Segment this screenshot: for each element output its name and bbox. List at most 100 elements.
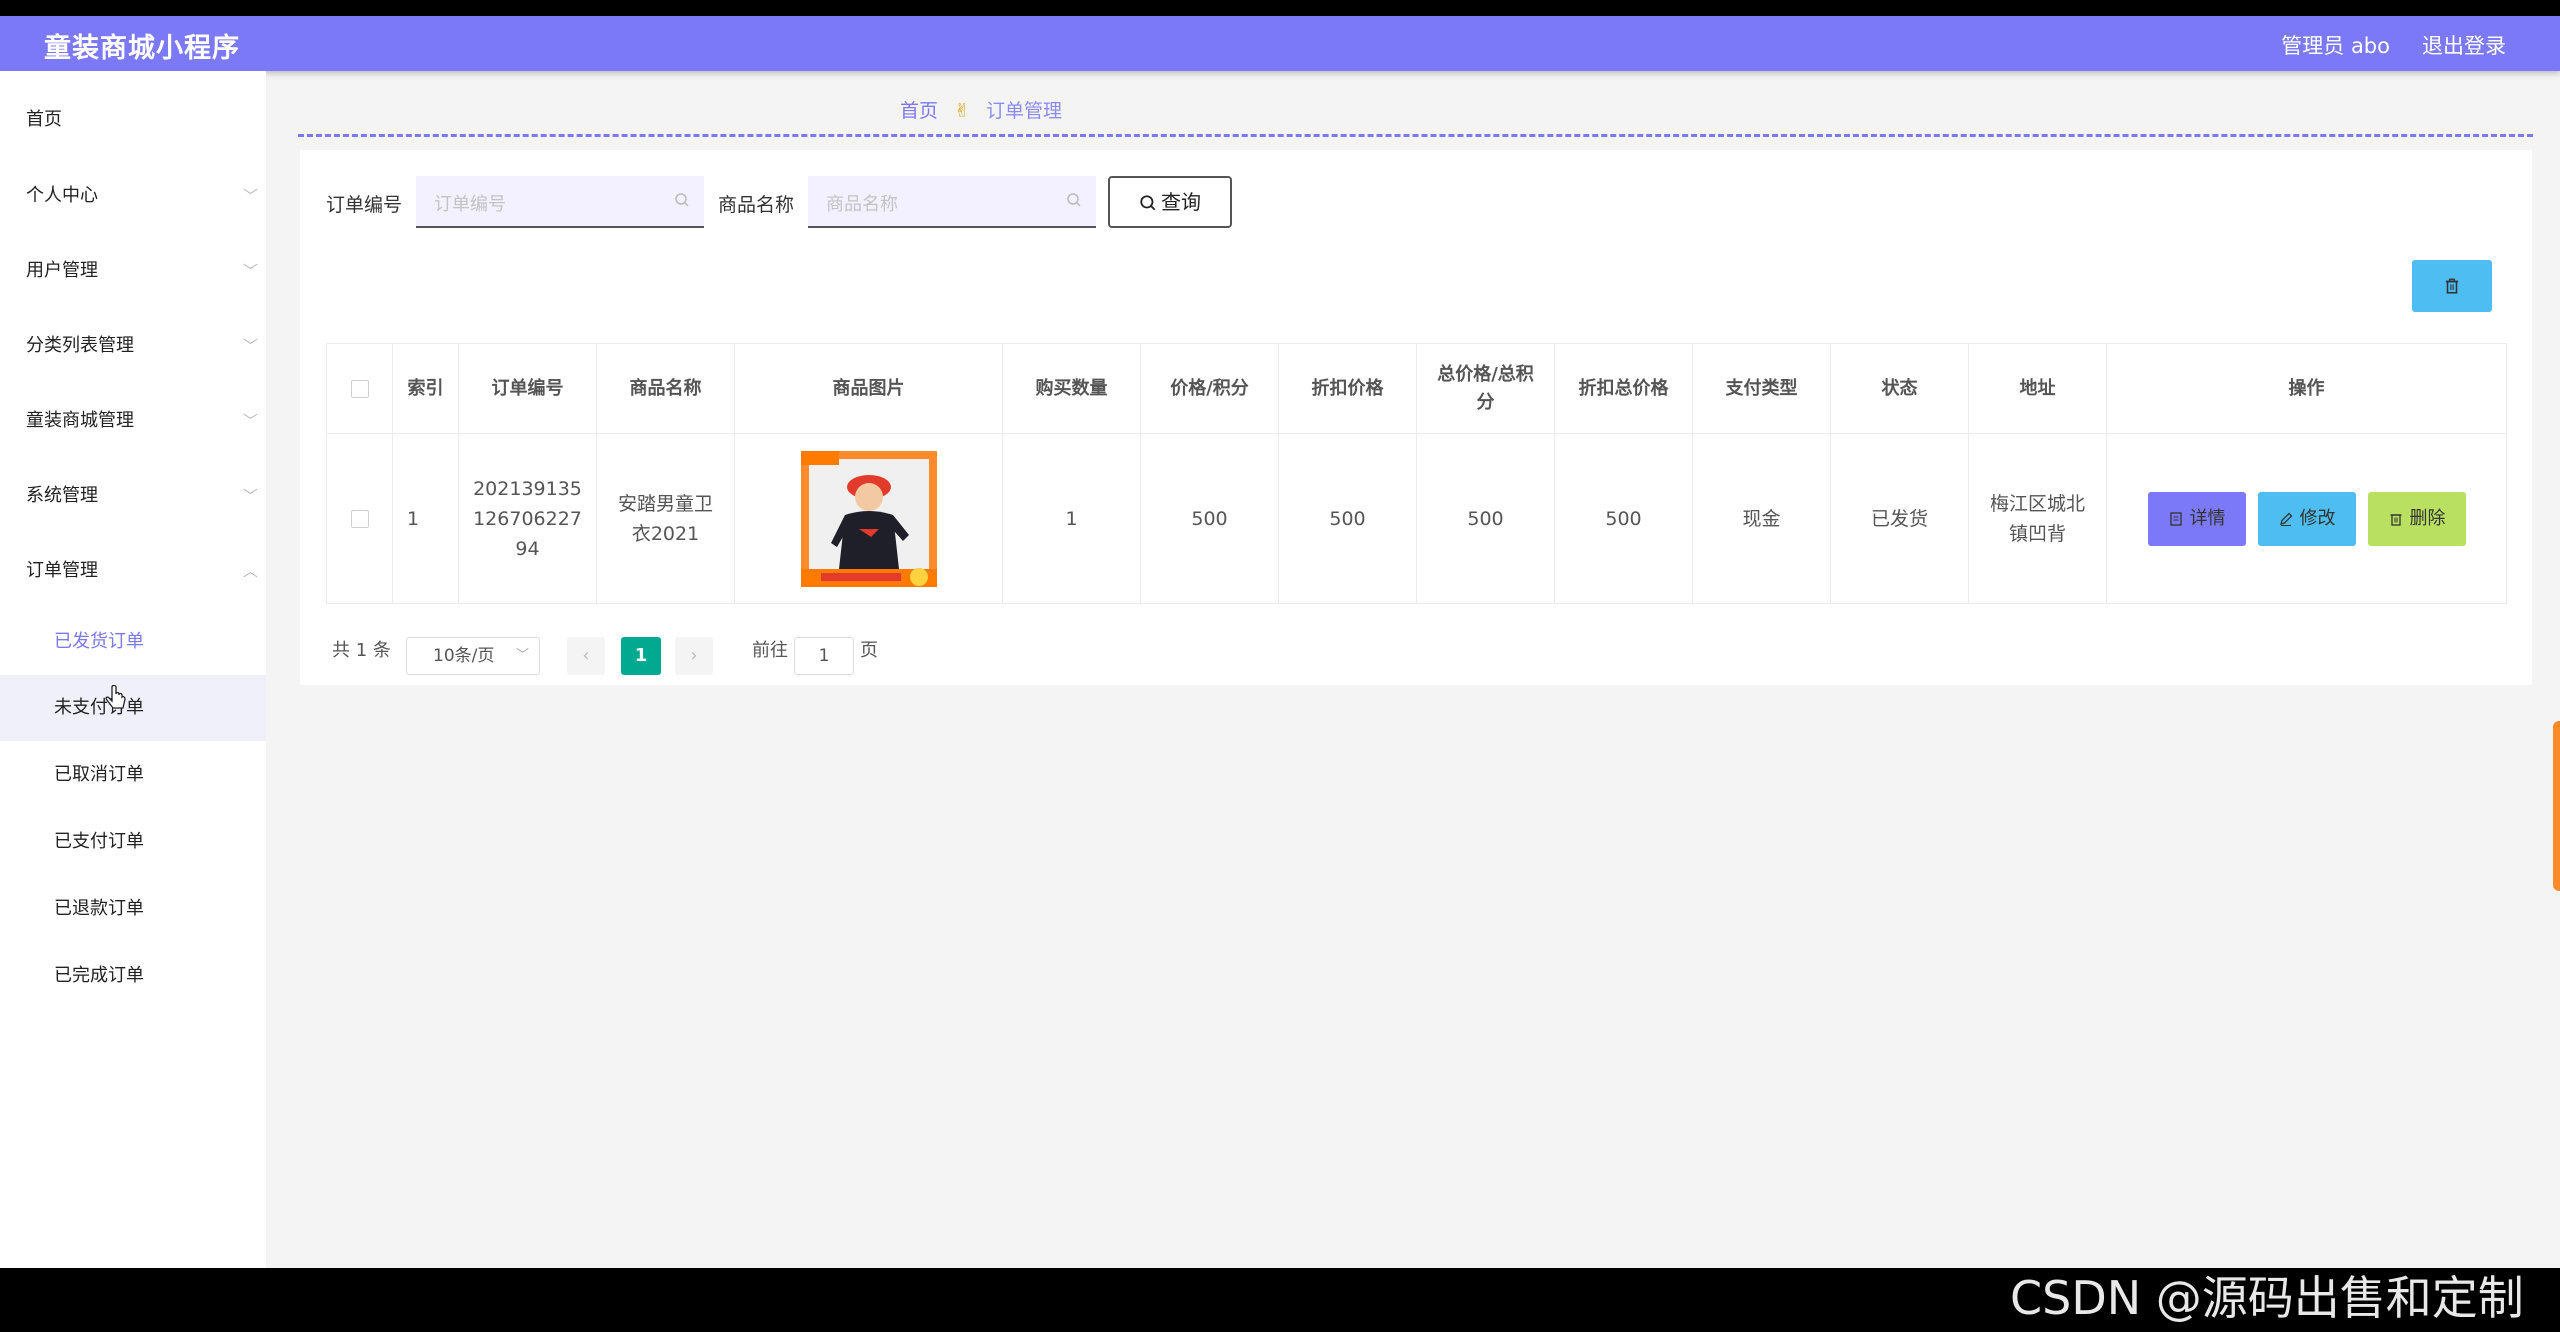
- sidebar-item-label: 分类列表管理: [26, 335, 134, 356]
- sidebar-item-home[interactable]: 首页: [0, 100, 266, 140]
- order-no-input[interactable]: 订单编号: [416, 176, 704, 228]
- page-number-current[interactable]: 1: [621, 637, 661, 675]
- column-header: 索引: [392, 343, 459, 434]
- delete-button[interactable]: 删除: [2367, 491, 2466, 546]
- sidebar-subitem-label: 已退款订单: [54, 898, 144, 919]
- sidebar-item-label: 个人中心: [26, 185, 98, 206]
- chevron-left-icon: ‹: [582, 645, 590, 666]
- order-no-placeholder: 订单编号: [434, 194, 506, 215]
- search-icon: [1140, 195, 1156, 211]
- goods-name-placeholder: 商品名称: [826, 194, 898, 215]
- goods-name-input[interactable]: 商品名称: [808, 176, 1096, 228]
- sidebar-item-categories[interactable]: 分类列表管理 ﹀: [0, 326, 266, 366]
- app-window: 童装商城小程序 管理员 abo 退出登录 首页 个人中心 ﹀ 用户管理 ﹀ 分类列表…: [0, 16, 2560, 1268]
- cell-quantity: 1: [1002, 433, 1141, 604]
- column-header: 订单编号: [458, 343, 597, 434]
- cell-address: 梅江区城北镇凹背: [1968, 433, 2107, 604]
- column-header: 商品名称: [596, 343, 735, 434]
- select-all-checkbox[interactable]: [350, 379, 369, 398]
- trash-icon: [2445, 278, 2459, 294]
- product-image[interactable]: [800, 450, 937, 587]
- page-size-select[interactable]: 10条/页 ﹀: [406, 637, 540, 675]
- chevron-down-icon: ﹀: [242, 337, 258, 355]
- table-row: 1 20213913512670622794 安踏男童卫衣2021 1 500 …: [326, 433, 2507, 604]
- screen-frame: 童装商城小程序 管理员 abo 退出登录 首页 个人中心 ﹀ 用户管理 ﹀ 分类列表…: [0, 0, 2560, 1332]
- goods-name-label: 商品名称: [718, 194, 795, 216]
- cell-order-no: 20213913512670622794: [458, 433, 597, 604]
- sidebar-subitem-label: 已发货订单: [54, 631, 144, 652]
- hand-emoji-icon: ✌: [954, 100, 970, 122]
- column-header: 地址: [1968, 343, 2107, 434]
- row-checkbox[interactable]: [350, 510, 369, 528]
- sidebar-item-users[interactable]: 用户管理 ﹀: [0, 251, 266, 291]
- sidebar-item-label: 首页: [26, 109, 62, 130]
- chevron-up-icon: ︿: [242, 562, 258, 580]
- logout-button[interactable]: 退出登录: [2422, 30, 2506, 60]
- order-no-label: 订单编号: [326, 194, 403, 216]
- watermark-text: CSDN @源码出售和定制: [2010, 1271, 2524, 1325]
- edit-button[interactable]: 修改: [2257, 491, 2356, 546]
- sidebar-item-orders[interactable]: 订单管理 ︿: [0, 551, 266, 591]
- sidebar-item-label: 订单管理: [26, 560, 98, 581]
- sidebar-item-label: 用户管理: [26, 260, 98, 281]
- cell-discount-total: 500: [1554, 433, 1693, 604]
- sidebar-subitem-paid[interactable]: 已支付订单: [0, 809, 266, 875]
- sidebar-subitem-unpaid[interactable]: 未支付订单: [0, 675, 266, 741]
- page-suffix: 页: [860, 640, 878, 661]
- next-page-button[interactable]: ›: [675, 637, 713, 675]
- sidebar-item-label: 童装商城管理: [26, 410, 134, 431]
- sidebar-item-label: 系统管理: [26, 485, 98, 506]
- sidebar-item-shop[interactable]: 童装商城管理 ﹀: [0, 401, 266, 441]
- bulk-delete-button[interactable]: [2412, 260, 2492, 312]
- edit-button-label: 修改: [2299, 507, 2336, 529]
- sidebar-subitem-label: 已支付订单: [54, 831, 144, 852]
- page-size-value: 10条/页: [433, 646, 495, 666]
- pencil-icon: [2279, 512, 2292, 526]
- chevron-down-icon: ﹀: [242, 487, 258, 505]
- chevron-right-icon: ›: [690, 645, 698, 666]
- column-header: 折扣价格: [1278, 343, 1417, 434]
- sidebar: 首页 个人中心 ﹀ 用户管理 ﹀ 分类列表管理 ﹀ 童装商城管理 ﹀ 系统管理 ﹀ 订单管…: [0, 71, 266, 1268]
- app-title: 童装商城小程序: [44, 33, 240, 64]
- delete-button-label: 删除: [2409, 507, 2446, 529]
- column-header: 商品图片: [734, 343, 1003, 434]
- detail-button[interactable]: 详情: [2147, 491, 2246, 546]
- product-photo-icon: [800, 450, 937, 587]
- breadcrumb-divider: [298, 134, 2533, 137]
- cell-pay-type: 现金: [1692, 433, 1831, 604]
- top-bar: 童装商城小程序 管理员 abo 退出登录: [0, 16, 2560, 71]
- goto-page-input[interactable]: [794, 637, 854, 675]
- side-floating-tab[interactable]: [2553, 721, 2560, 891]
- breadcrumb-home[interactable]: 首页: [900, 100, 938, 122]
- admin-label: 管理员 abo: [2281, 34, 2390, 58]
- query-button[interactable]: 查询: [1108, 176, 1232, 228]
- chevron-down-icon: ﹀: [242, 412, 258, 430]
- prev-page-button[interactable]: ‹: [567, 637, 605, 675]
- cell-goods-name: 安踏男童卫衣2021: [596, 433, 735, 604]
- cell-status: 已发货: [1830, 433, 1969, 604]
- column-header: 折扣总价格: [1554, 343, 1693, 434]
- column-header: 总价格/总积分: [1416, 343, 1555, 434]
- trash-icon: [2390, 513, 2401, 526]
- column-header: 状态: [1830, 343, 1969, 434]
- sidebar-item-system[interactable]: 系统管理 ﹀: [0, 476, 266, 516]
- sidebar-subitem-label: 已取消订单: [54, 764, 144, 785]
- sidebar-item-personal-center[interactable]: 个人中心 ﹀: [0, 176, 266, 216]
- sidebar-subitem-refunded[interactable]: 已退款订单: [0, 876, 266, 942]
- cell-index: 1: [392, 433, 459, 604]
- detail-button-label: 详情: [2189, 507, 2226, 529]
- chevron-down-icon: ﹀: [242, 187, 258, 205]
- column-header: 操作: [2106, 343, 2507, 434]
- sidebar-subitem-completed[interactable]: 已完成订单: [0, 943, 266, 1009]
- column-header: 购买数量: [1002, 343, 1141, 434]
- cell-goods-image: [734, 433, 1003, 604]
- breadcrumb-current: 订单管理: [986, 100, 1063, 122]
- sidebar-subitem-shipped[interactable]: 已发货订单: [0, 609, 266, 675]
- chevron-down-icon: ﹀: [515, 648, 529, 663]
- search-icon: [1067, 193, 1081, 207]
- chevron-down-icon: ﹀: [242, 262, 258, 280]
- column-header: 支付类型: [1692, 343, 1831, 434]
- cell-price: 500: [1140, 433, 1279, 604]
- table-header-row: 索引 订单编号 商品名称 商品图片 购买数量 价格/积分 折扣价格 总价格/总积…: [326, 343, 2507, 434]
- sidebar-subitem-cancelled[interactable]: 已取消订单: [0, 742, 266, 808]
